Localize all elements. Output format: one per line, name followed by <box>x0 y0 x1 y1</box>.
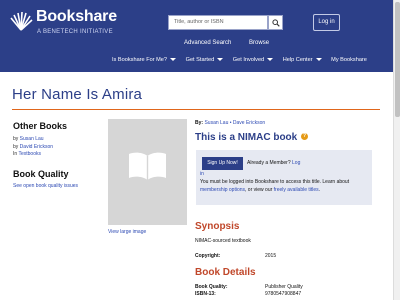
logo-name: Bookshare <box>36 8 117 25</box>
top-links: Advanced Search Browse <box>184 40 285 46</box>
category-link-textbooks[interactable]: Textbooks <box>18 151 41 157</box>
already-member-text: Already a Member? Log <box>247 160 300 166</box>
site-header: Bookshare A BENETECH INITIATIVE Title, a… <box>0 0 393 72</box>
author-link-susan-lau[interactable]: Susan Lau <box>20 136 44 142</box>
synopsis-text: NIMAC-sourced textbook <box>195 238 251 244</box>
nav-label: Is Bookshare For Me? <box>112 57 168 63</box>
title-divider <box>12 109 380 110</box>
nav-my-bookshare[interactable]: My Bookshare <box>331 57 367 63</box>
search-input[interactable]: Title, author or ISBN <box>168 15 268 30</box>
other-books-item: In Textbooks <box>13 151 53 159</box>
search-icon <box>272 19 280 27</box>
nav-label: My Bookshare <box>331 57 367 63</box>
book-quality-label: Book Quality: <box>195 284 228 290</box>
browse-link[interactable]: Browse <box>249 40 269 46</box>
freely-available-titles-link[interactable]: freely available titles <box>274 187 319 193</box>
nimac-heading: This is a NIMAC book <box>195 132 298 143</box>
login-link[interactable]: Log <box>292 160 300 166</box>
notice-text-part: You must be logged into Bookshare to acc… <box>200 179 350 185</box>
login-button[interactable]: Log in <box>313 14 340 31</box>
byline: By: Susan Lau • Dave Erickson <box>195 120 265 126</box>
chevron-down-icon <box>170 58 177 62</box>
book-quality-value: Publisher Quality <box>265 284 303 290</box>
nav-get-started[interactable]: Get Started <box>186 57 224 63</box>
other-books-item: by David Erickson <box>13 144 53 152</box>
page-title: Her Name Is Amira <box>12 86 143 103</box>
already-member-label: Already a Member? <box>247 160 291 166</box>
author-link-david-erickson[interactable]: David Erickson <box>20 144 53 150</box>
by-prefix: by <box>13 136 19 142</box>
page: Bookshare A BENETECH INITIATIVE Title, a… <box>0 0 393 300</box>
logo-book-icon <box>10 11 33 31</box>
quality-issues-link[interactable]: See open book quality issues <box>13 183 78 189</box>
membership-options-link[interactable]: membership options <box>200 187 245 193</box>
logo-tagline: A BENETECH INITIATIVE <box>37 29 113 35</box>
chevron-down-icon <box>267 58 274 62</box>
help-icon[interactable]: ? <box>301 133 308 140</box>
membership-notice: Sign Up Now! Already a Member? Log in Yo… <box>196 150 372 205</box>
view-large-image-link[interactable]: View large image <box>108 229 146 235</box>
vertical-scrollbar[interactable] <box>393 0 400 300</box>
author-links[interactable]: Susan Lau • Dave Erickson <box>204 120 265 126</box>
search-button[interactable] <box>268 15 283 30</box>
notice-text-part: . <box>318 186 321 193</box>
by-label: By: <box>195 120 204 126</box>
copyright-label: Copyright: <box>195 253 221 259</box>
nav-label: Get Involved <box>232 57 265 63</box>
bookshare-logo[interactable]: Bookshare A BENETECH INITIATIVE <box>8 8 118 42</box>
open-book-icon <box>129 152 166 180</box>
chevron-down-icon <box>217 58 224 62</box>
login-link-continued[interactable]: in <box>200 171 204 177</box>
book-quality-heading: Book Quality <box>13 169 69 179</box>
notice-text: You must be logged into Bookshare to acc… <box>200 179 368 194</box>
main-nav: Is Bookshare For Me? Get Started Get Inv… <box>112 57 375 63</box>
copyright-value: 2015 <box>265 253 277 259</box>
synopsis-heading: Synopsis <box>195 221 240 232</box>
book-cover[interactable] <box>108 119 187 225</box>
nav-help-center[interactable]: Help Center <box>283 57 322 63</box>
other-books-list: by Susan Lau by David Erickson In Textbo… <box>13 136 53 159</box>
advanced-search-link[interactable]: Advanced Search <box>184 40 231 46</box>
other-books-heading: Other Books <box>13 121 68 131</box>
in-prefix: In <box>13 151 18 157</box>
isbn-label: ISBN-13: <box>195 291 216 297</box>
isbn-value: 9780547908847 <box>265 291 302 297</box>
by-prefix: by <box>13 143 19 150</box>
nav-label: Get Started <box>185 57 215 63</box>
nav-label: Help Center <box>282 57 313 63</box>
notice-text-part: , or view our <box>245 186 273 193</box>
nav-get-involved[interactable]: Get Involved <box>232 57 274 63</box>
sign-up-button[interactable]: Sign Up Now! <box>202 157 243 170</box>
nav-is-bookshare-for-me[interactable]: Is Bookshare For Me? <box>112 57 177 63</box>
scrollbar-thumb[interactable] <box>395 2 400 117</box>
book-details-heading: Book Details <box>195 267 256 278</box>
chevron-down-icon <box>315 58 322 62</box>
other-books-item: by Susan Lau <box>13 136 53 144</box>
